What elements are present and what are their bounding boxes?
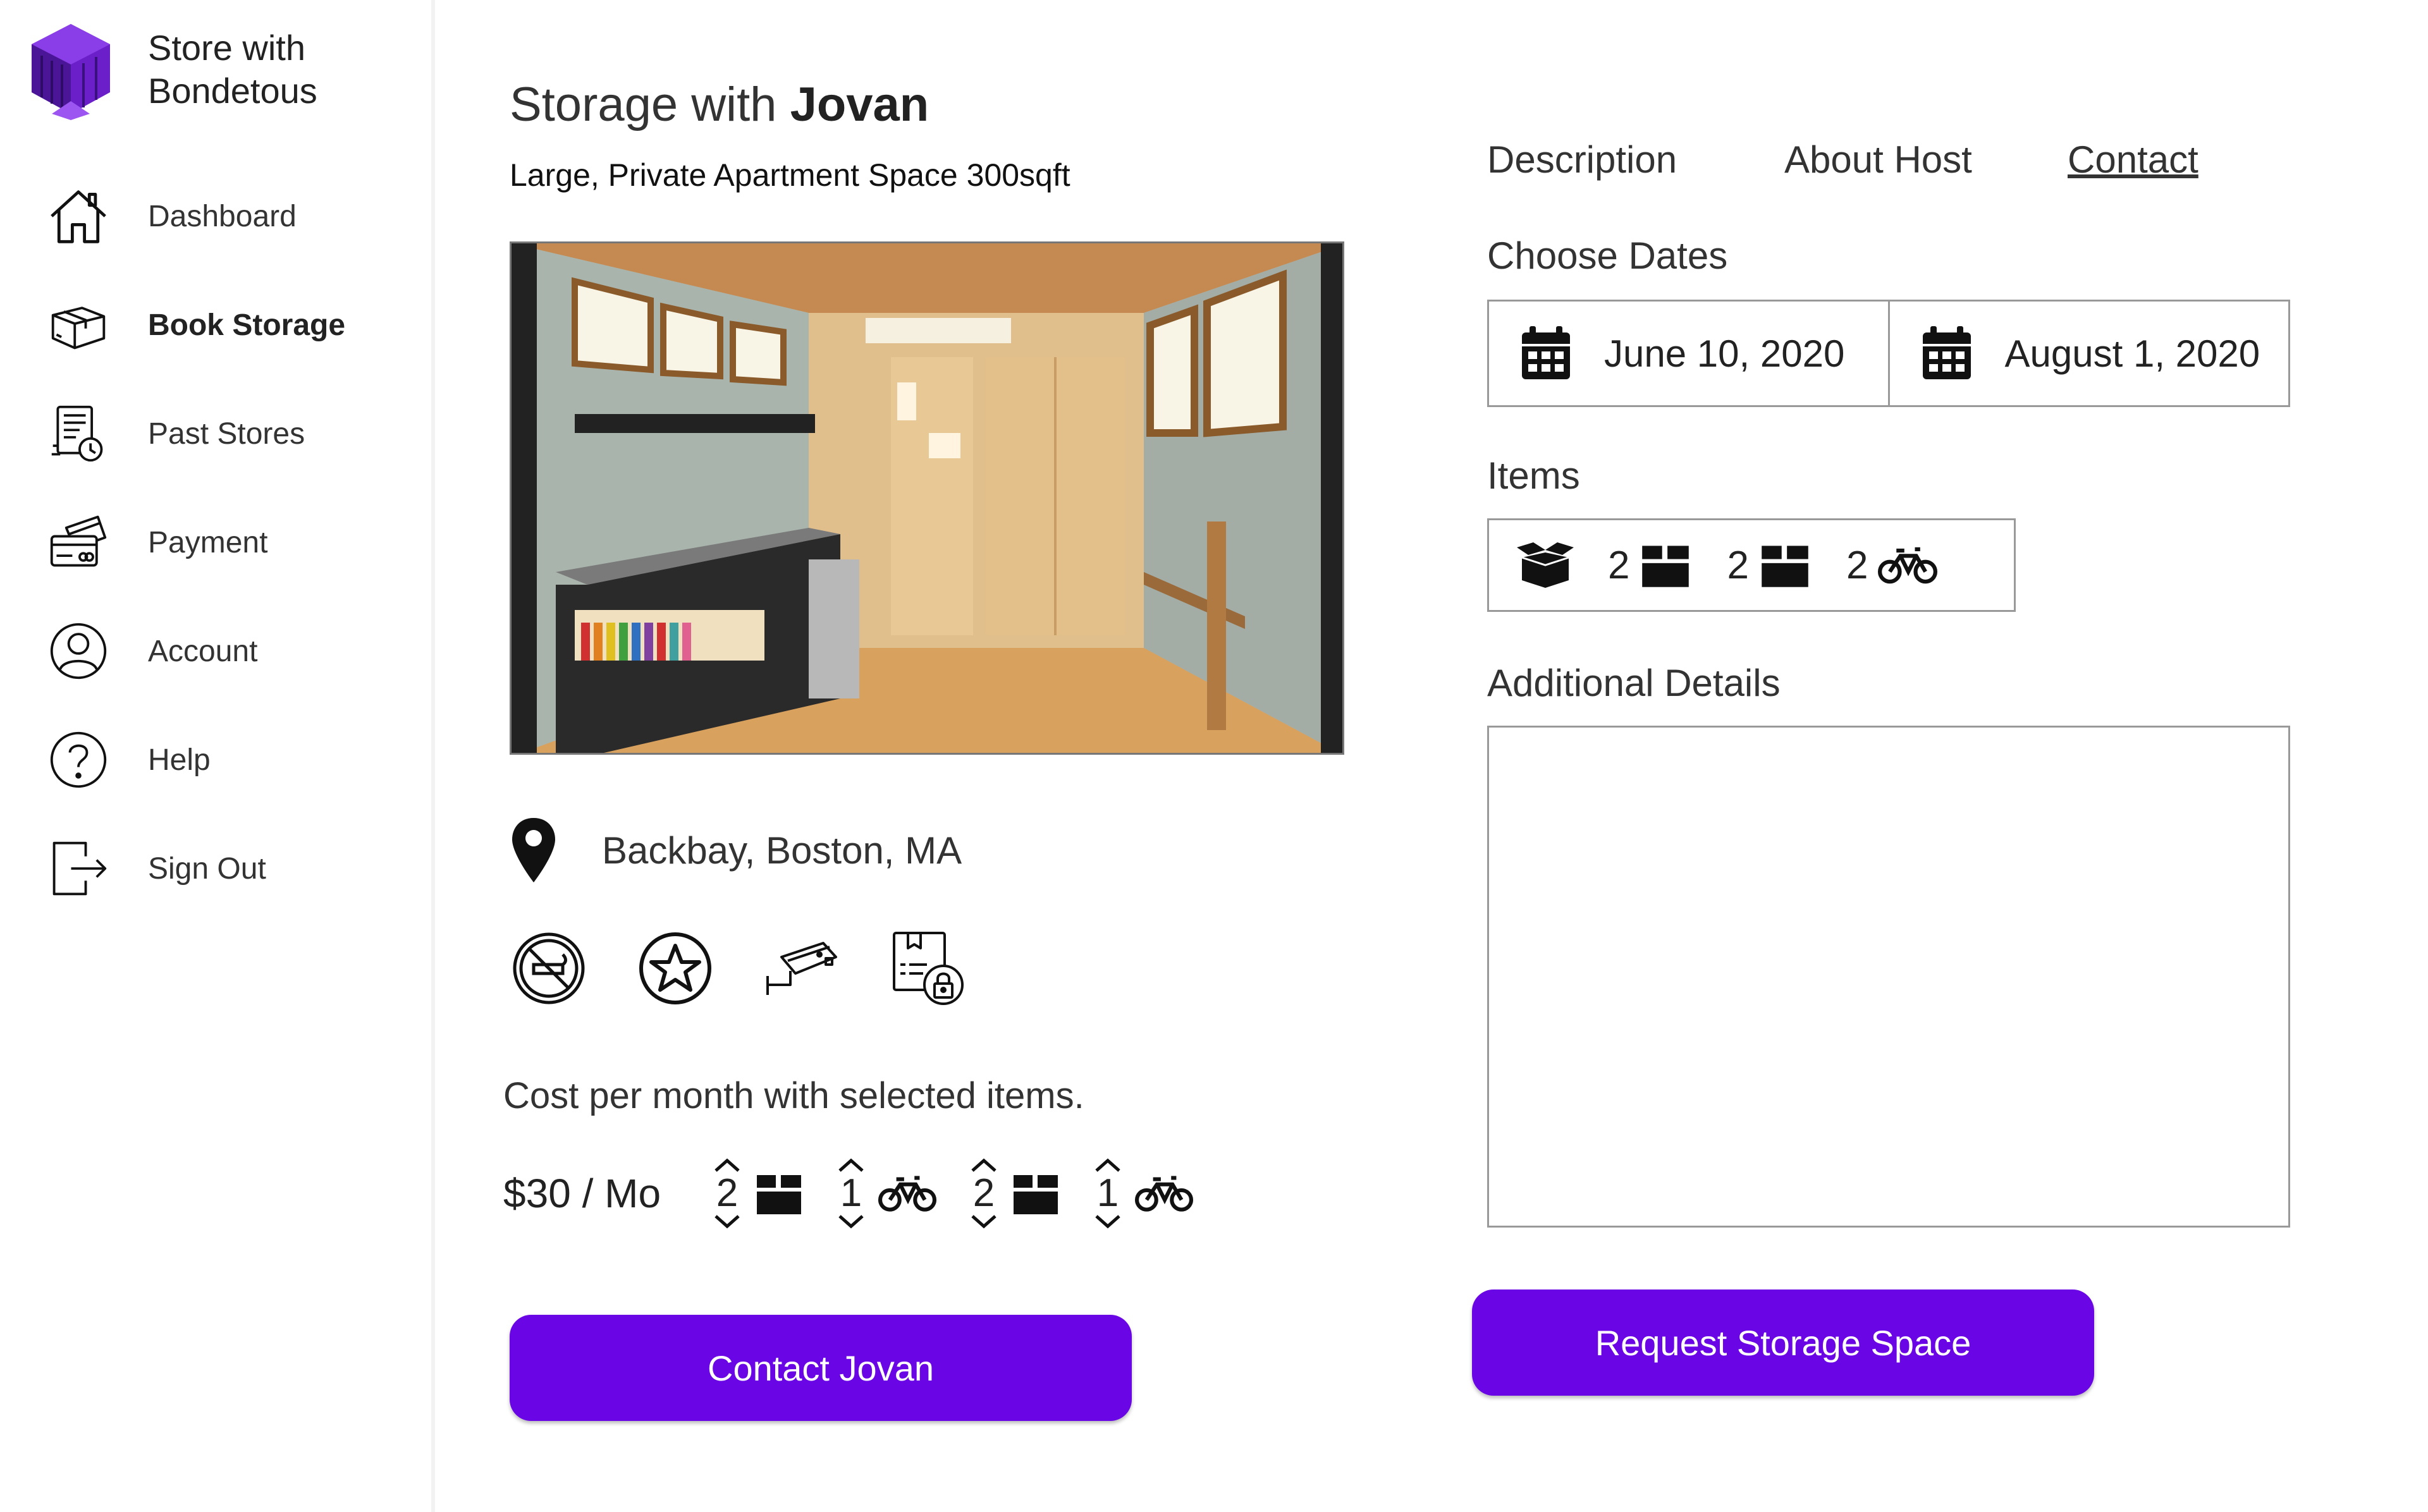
end-date-value: August 1, 2020	[2004, 332, 2260, 375]
end-date-field[interactable]: August 1, 2020	[1887, 302, 2289, 405]
question-circle-icon	[47, 728, 110, 791]
purple-box-logo-icon	[32, 24, 110, 120]
date-range-picker: June 10, 2020 August 1, 2020	[1487, 300, 2290, 407]
credit-card-icon	[47, 511, 110, 574]
security-camera-icon	[763, 929, 841, 1008]
brand-name: Store with Bondetous	[148, 28, 317, 111]
stepper-value: 1	[1096, 1171, 1119, 1215]
stepper-value: 1	[840, 1171, 862, 1215]
sidebar-item-help[interactable]: Help	[47, 728, 211, 791]
map-pin-icon	[512, 818, 555, 882]
sidebar-item-label: Payment	[148, 525, 268, 559]
sidebar-item-dashboard[interactable]: Dashboard	[47, 185, 297, 248]
brand[interactable]: Store with Bondetous	[27, 19, 317, 120]
tab-description[interactable]: Description	[1487, 138, 1677, 181]
sidebar-item-account[interactable]: Account	[47, 619, 257, 683]
open-box-icon	[1517, 542, 1574, 588]
price: $30 / Mo	[503, 1171, 661, 1216]
stepper-value: 2	[972, 1171, 995, 1215]
calendar-icon	[1922, 326, 1971, 379]
quantity-stepper: 1	[835, 1157, 867, 1230]
start-date-value: June 10, 2020	[1604, 332, 1845, 375]
sidebar-item-label: Account	[148, 634, 258, 668]
start-date-field[interactable]: June 10, 2020	[1489, 302, 1888, 405]
quantity-stepper: 2	[711, 1157, 743, 1230]
quantity-stepper: 2	[968, 1157, 1000, 1230]
receipt-clock-icon	[47, 402, 110, 465]
location: Backbay, Boston, MA	[510, 815, 962, 885]
sidebar-item-payment[interactable]: Payment	[47, 511, 267, 574]
item-count: 2	[1608, 543, 1630, 587]
bike-icon	[1878, 547, 1938, 584]
sidebar-item-label: Book Storage	[148, 308, 346, 342]
stepper-value: 2	[716, 1171, 739, 1215]
chevron-down-icon[interactable]	[836, 1214, 866, 1230]
sidebar: Store with Bondetous Dashboard Book Stor…	[0, 0, 435, 1512]
choose-dates-label: Choose Dates	[1487, 235, 1728, 277]
contact-host-button[interactable]: Contact Jovan	[510, 1315, 1132, 1421]
chevron-down-icon[interactable]	[712, 1214, 742, 1230]
home-icon	[47, 185, 110, 248]
box-icon	[47, 293, 110, 357]
sidebar-item-past-stores[interactable]: Past Stores	[47, 402, 305, 465]
chevron-down-icon[interactable]	[1093, 1214, 1123, 1230]
item-count: 2	[1727, 543, 1749, 587]
star-badge-icon	[636, 929, 714, 1008]
sidebar-item-label: Past Stores	[148, 417, 305, 451]
no-smoking-icon	[510, 929, 588, 1008]
request-storage-button[interactable]: Request Storage Space	[1472, 1289, 2094, 1396]
additional-details-textarea[interactable]	[1487, 726, 2290, 1228]
item-count: 2	[1846, 543, 1868, 587]
price-row: $30 / Mo 2 1 2 1	[503, 1157, 1225, 1230]
box-icon	[757, 1175, 802, 1214]
calendar-icon	[1522, 326, 1570, 379]
box-icon	[1642, 546, 1689, 587]
listing-subtitle: Large, Private Apartment Space 300sqft	[510, 157, 1070, 193]
sidebar-item-label: Dashboard	[148, 199, 297, 233]
storage-space-photo	[510, 241, 1344, 755]
page-title: Storage with Jovan	[510, 78, 929, 131]
quantity-stepper: 1	[1092, 1157, 1124, 1230]
items-label: Items	[1487, 454, 1580, 497]
sidebar-item-label: Sign Out	[148, 851, 266, 886]
box-icon	[1014, 1175, 1058, 1214]
location-text: Backbay, Boston, MA	[602, 829, 962, 872]
tab-about-host[interactable]: About Host	[1784, 138, 1972, 181]
items-selector[interactable]: 2 2 2	[1487, 518, 2016, 612]
chevron-down-icon[interactable]	[969, 1214, 999, 1230]
user-circle-icon	[47, 619, 110, 683]
bike-icon	[1135, 1176, 1194, 1212]
amenities	[510, 929, 1015, 1008]
tab-contact[interactable]: Contact	[2068, 138, 2198, 181]
sidebar-item-sign-out[interactable]: Sign Out	[47, 837, 266, 900]
locked-document-icon	[889, 929, 967, 1008]
bike-icon	[878, 1176, 937, 1212]
box-icon	[1762, 546, 1808, 587]
additional-details-label: Additional Details	[1487, 662, 1781, 704]
host-name: Jovan	[790, 78, 929, 131]
sidebar-item-book-storage[interactable]: Book Storage	[47, 293, 345, 357]
cost-label: Cost per month with selected items.	[503, 1075, 1084, 1116]
sidebar-item-label: Help	[148, 743, 211, 777]
sign-out-icon	[47, 837, 110, 900]
